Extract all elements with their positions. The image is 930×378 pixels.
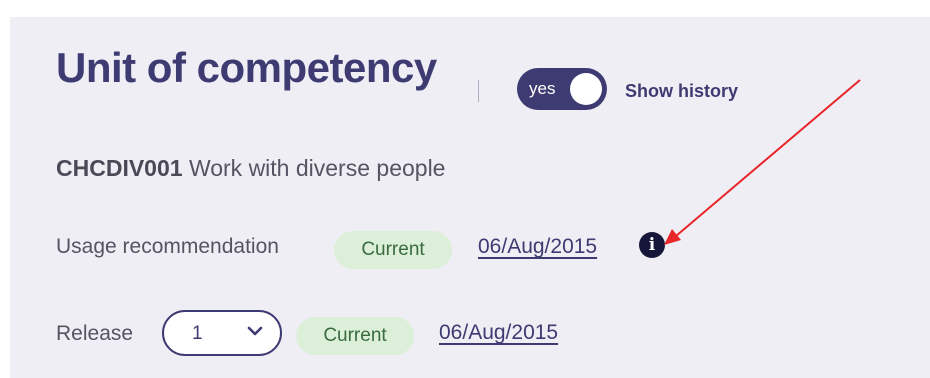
title-divider <box>478 80 479 102</box>
usage-status-badge: Current <box>334 231 452 269</box>
info-icon[interactable]: i <box>639 232 665 258</box>
release-selected-value: 1 <box>192 323 203 344</box>
unit-card: Unit of competency yes Show history CHCD… <box>10 17 930 378</box>
release-select[interactable]: 1 <box>162 310 282 356</box>
page-title: Unit of competency <box>56 44 437 91</box>
release-status-badge: Current <box>296 317 414 355</box>
show-history-label: Show history <box>625 81 739 101</box>
release-date-link[interactable]: 06/Aug/2015 <box>439 321 558 345</box>
usage-date-link[interactable]: 06/Aug/2015 <box>478 235 597 259</box>
unit-name: Work with diverse people <box>188 155 446 181</box>
unit-code: CHCDIV001 <box>56 155 183 181</box>
toggle-label: yes <box>529 79 556 98</box>
release-label: Release <box>56 322 134 345</box>
chevron-down-icon <box>247 326 263 336</box>
toggle-knob <box>570 73 602 105</box>
usage-recommendation-label: Usage recommendation <box>56 235 279 258</box>
unit-title: CHCDIV001 Work with diverse people <box>56 155 445 182</box>
show-history-toggle[interactable]: yes <box>517 68 607 110</box>
